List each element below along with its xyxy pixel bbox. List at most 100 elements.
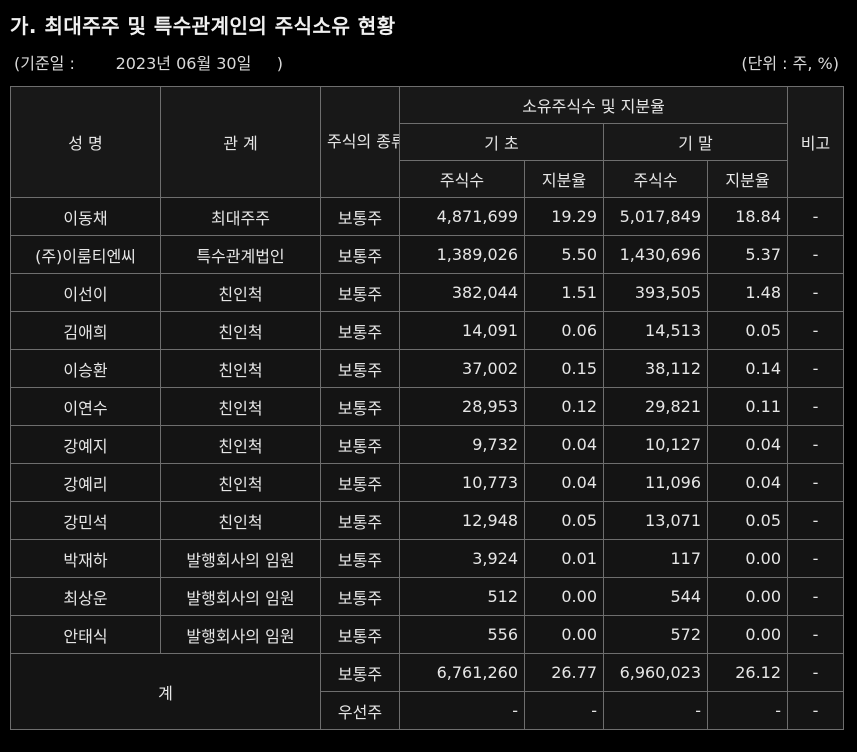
cell-note: -: [787, 273, 845, 312]
cell-note: -: [787, 539, 845, 578]
cell-note: -: [787, 349, 845, 388]
cell-relation: 발행회사의 임원: [160, 615, 321, 654]
cell-type: 보통주: [320, 273, 400, 312]
cell-end-ratio: 0.00: [706, 539, 789, 578]
cell-begin-shares: 12,948: [399, 501, 525, 540]
cell-end-ratio: 0.00: [706, 577, 789, 616]
cell-end-ratio: 0.00: [706, 615, 789, 654]
cell-end-shares: 29,821: [603, 387, 708, 426]
cell-note: -: [787, 501, 845, 540]
table-row: 강예리 친인척 보통주 10,773 0.04 11,096 0.04 -: [10, 463, 845, 502]
base-date: (기준일 : 2023년 06월 30일 ): [14, 54, 284, 73]
cell-begin-ratio: -: [524, 691, 604, 730]
cell-end-ratio: 0.14: [706, 349, 789, 388]
header-end-ratio: 지분율: [706, 160, 789, 198]
total-row: 계 보통주 6,761,260 26.77 6,960,023 26.12 -: [10, 653, 845, 730]
cell-end-shares: -: [603, 691, 708, 730]
cell-end-ratio: 0.04: [706, 425, 789, 464]
cell-relation: 특수관계법인: [160, 235, 321, 274]
cell-type: 보통주: [320, 463, 400, 502]
cell-begin-shares: 1,389,026: [399, 235, 525, 274]
cell-relation: 친인척: [160, 425, 321, 464]
cell-end-shares: 38,112: [603, 349, 708, 388]
header-stock-type: 주식의 종류: [320, 86, 400, 198]
cell-begin-ratio: 0.06: [524, 311, 604, 350]
cell-begin-shares: 6,761,260: [399, 653, 525, 692]
cell-note: -: [787, 463, 845, 502]
cell-type: 보통주: [320, 615, 400, 654]
cell-relation: 발행회사의 임원: [160, 539, 321, 578]
cell-name: 이선이: [10, 273, 161, 312]
cell-type: 보통주: [320, 539, 400, 578]
cell-name: 강예리: [10, 463, 161, 502]
header-end: 기 말: [602, 123, 789, 161]
header-end-shares: 주식수: [603, 160, 708, 198]
cell-note: -: [787, 311, 845, 350]
cell-end-shares: 6,960,023: [603, 653, 708, 692]
cell-begin-ratio: 0.04: [524, 463, 604, 502]
cell-end-ratio: 1.48: [706, 273, 789, 312]
table-row: 이선이 친인척 보통주 382,044 1.51 393,505 1.48 -: [10, 273, 845, 312]
cell-type: 보통주: [320, 425, 400, 464]
table-row: 강민석 친인척 보통주 12,948 0.05 13,071 0.05 -: [10, 501, 845, 540]
unit-label: (단위 : 주, %): [741, 54, 839, 73]
cell-begin-shares: 9,732: [399, 425, 525, 464]
cell-begin-ratio: 1.51: [524, 273, 604, 312]
cell-end-ratio: 0.05: [706, 501, 789, 540]
cell-begin-ratio: 0.00: [524, 577, 604, 616]
cell-end-shares: 1,430,696: [603, 235, 708, 274]
cell-type: 보통주: [320, 311, 400, 350]
cell-relation: 친인척: [160, 349, 321, 388]
cell-note: -: [787, 197, 845, 236]
cell-begin-shares: 28,953: [399, 387, 525, 426]
cell-type: 보통주: [320, 653, 400, 692]
cell-name: 이연수: [10, 387, 161, 426]
cell-note: -: [787, 691, 845, 730]
cell-end-shares: 10,127: [603, 425, 708, 464]
cell-name: 강민석: [10, 501, 161, 540]
header-name: 성 명: [10, 86, 161, 198]
table-row: (주)이룸티엔씨 특수관계법인 보통주 1,389,026 5.50 1,430…: [10, 235, 845, 274]
total-label: 계: [10, 653, 321, 730]
cell-end-ratio: 0.05: [706, 311, 789, 350]
header-relation: 관 계: [160, 86, 321, 198]
cell-begin-ratio: 0.04: [524, 425, 604, 464]
cell-relation: 친인척: [160, 463, 321, 502]
cell-begin-shares: 3,924: [399, 539, 525, 578]
cell-begin-shares: 14,091: [399, 311, 525, 350]
header-begin: 기 초: [399, 123, 604, 161]
cell-type: 보통주: [320, 501, 400, 540]
cell-begin-ratio: 5.50: [524, 235, 604, 274]
table-row: 이동채 최대주주 보통주 4,871,699 19.29 5,017,849 1…: [10, 197, 845, 236]
cell-name: 강예지: [10, 425, 161, 464]
cell-begin-shares: 4,871,699: [399, 197, 525, 236]
cell-begin-shares: 382,044: [399, 273, 525, 312]
cell-relation: 친인척: [160, 387, 321, 426]
cell-end-shares: 5,017,849: [603, 197, 708, 236]
section-title: 가. 최대주주 및 특수관계인의 주식소유 현황: [10, 14, 396, 38]
table-row: 이연수 친인척 보통주 28,953 0.12 29,821 0.11 -: [10, 387, 845, 426]
table-row: 김애희 친인척 보통주 14,091 0.06 14,513 0.05 -: [10, 311, 845, 350]
table-row: 박재하 발행회사의 임원 보통주 3,924 0.01 117 0.00 -: [10, 539, 845, 578]
cell-type: 보통주: [320, 387, 400, 426]
cell-begin-ratio: 26.77: [524, 653, 604, 692]
cell-begin-ratio: 0.05: [524, 501, 604, 540]
header-begin-ratio: 지분율: [524, 160, 604, 198]
cell-name: 박재하: [10, 539, 161, 578]
header-note: 비고: [787, 86, 845, 198]
cell-end-shares: 117: [603, 539, 708, 578]
cell-name: 안태식: [10, 615, 161, 654]
cell-relation: 친인척: [160, 311, 321, 350]
table-row: 최상운 발행회사의 임원 보통주 512 0.00 544 0.00 -: [10, 577, 845, 616]
cell-name: (주)이룸티엔씨: [10, 235, 161, 274]
header-owned: 소유주식수 및 지분율: [398, 86, 789, 124]
cell-relation: 최대주주: [160, 197, 321, 236]
cell-name: 김애희: [10, 311, 161, 350]
cell-note: -: [787, 387, 845, 426]
shareholding-table: 성 명 관 계 주식의 종류 소유주식수 및 지분율 비고 기 초 기 말 주식…: [10, 86, 845, 730]
cell-relation: 친인척: [160, 273, 321, 312]
cell-type: 보통주: [320, 197, 400, 236]
header-begin-shares: 주식수: [399, 160, 525, 198]
cell-begin-ratio: 0.12: [524, 387, 604, 426]
cell-name: 이동채: [10, 197, 161, 236]
